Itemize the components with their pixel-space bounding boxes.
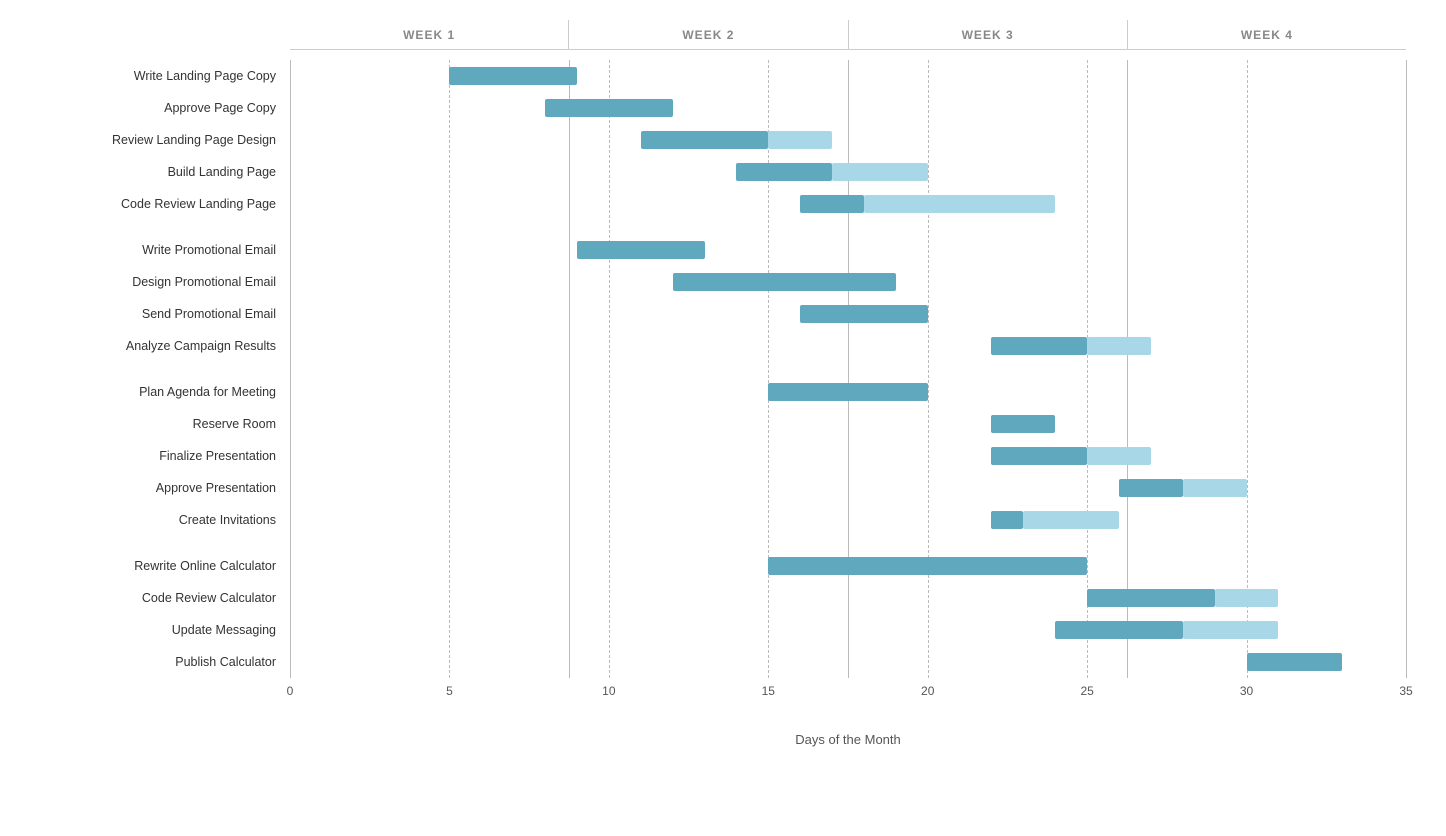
x-tick: 25 bbox=[1080, 684, 1093, 698]
x-tick: 30 bbox=[1240, 684, 1253, 698]
task-bar-dark bbox=[991, 511, 1023, 529]
task-row: Write Landing Page Copy bbox=[20, 60, 1406, 92]
task-name: Code Review Landing Page bbox=[20, 197, 290, 211]
task-bar-dark bbox=[1087, 589, 1215, 607]
task-bar-dark bbox=[1055, 621, 1183, 639]
task-row: Create Invitations bbox=[20, 504, 1406, 536]
week-label-2: WEEK 2 bbox=[569, 20, 848, 49]
task-bar-area bbox=[290, 188, 1406, 220]
task-bar-area bbox=[290, 408, 1406, 440]
task-row: Reserve Room bbox=[20, 408, 1406, 440]
task-bar-area bbox=[290, 330, 1406, 362]
task-bar-light bbox=[1183, 621, 1279, 639]
task-name: Review Landing Page Design bbox=[20, 133, 290, 147]
task-bar-dark bbox=[991, 415, 1055, 433]
task-row: Build Landing Page bbox=[20, 156, 1406, 188]
task-bar-area bbox=[290, 92, 1406, 124]
task-bar-dark bbox=[800, 195, 864, 213]
task-row: Code Review Landing Page bbox=[20, 188, 1406, 220]
task-name: Publish Calculator bbox=[20, 655, 290, 669]
chart-main: Write Landing Page Copy Approve Page Copy… bbox=[20, 60, 1406, 678]
task-bar-area bbox=[290, 472, 1406, 504]
task-row: Design Promotional Email bbox=[20, 266, 1406, 298]
task-bar-area bbox=[290, 234, 1406, 266]
x-tick: 15 bbox=[762, 684, 775, 698]
task-name: Rewrite Online Calculator bbox=[20, 559, 290, 573]
task-name: Create Invitations bbox=[20, 513, 290, 527]
x-tick: 35 bbox=[1399, 684, 1412, 698]
task-bar-dark bbox=[1119, 479, 1183, 497]
x-axis: 05101520253035 bbox=[290, 684, 1406, 704]
task-bar-dark bbox=[736, 163, 832, 181]
task-bar-area bbox=[290, 440, 1406, 472]
task-bar-area bbox=[290, 646, 1406, 678]
task-row: Approve Page Copy bbox=[20, 92, 1406, 124]
task-name: Design Promotional Email bbox=[20, 275, 290, 289]
task-bar-area bbox=[290, 614, 1406, 646]
task-name: Update Messaging bbox=[20, 623, 290, 637]
task-bar-area bbox=[290, 298, 1406, 330]
task-row: Code Review Calculator bbox=[20, 582, 1406, 614]
task-bar-dark bbox=[991, 447, 1087, 465]
task-bar-dark bbox=[800, 305, 928, 323]
task-bar-light bbox=[1087, 337, 1151, 355]
task-bar-area bbox=[290, 266, 1406, 298]
task-name: Write Landing Page Copy bbox=[20, 69, 290, 83]
task-row: Plan Agenda for Meeting bbox=[20, 376, 1406, 408]
x-tick: 10 bbox=[602, 684, 615, 698]
task-row: Rewrite Online Calculator bbox=[20, 550, 1406, 582]
task-row: Approve Presentation bbox=[20, 472, 1406, 504]
task-row: Finalize Presentation bbox=[20, 440, 1406, 472]
week-label-4: WEEK 4 bbox=[1128, 20, 1406, 49]
task-name: Finalize Presentation bbox=[20, 449, 290, 463]
week-label-3: WEEK 3 bbox=[849, 20, 1128, 49]
task-bar-light bbox=[864, 195, 1055, 213]
task-name: Plan Agenda for Meeting bbox=[20, 385, 290, 399]
task-row: Review Landing Page Design bbox=[20, 124, 1406, 156]
task-name: Code Review Calculator bbox=[20, 591, 290, 605]
task-name: Analyze Campaign Results bbox=[20, 339, 290, 353]
task-name: Write Promotional Email bbox=[20, 243, 290, 257]
task-bar-dark bbox=[1247, 653, 1343, 671]
task-bar-area bbox=[290, 124, 1406, 156]
x-tick: 0 bbox=[287, 684, 294, 698]
task-bar-dark bbox=[991, 337, 1087, 355]
week-header: WEEK 1WEEK 2WEEK 3WEEK 4 bbox=[290, 20, 1406, 50]
x-tick: 5 bbox=[446, 684, 453, 698]
task-name: Approve Page Copy bbox=[20, 101, 290, 115]
task-name: Build Landing Page bbox=[20, 165, 290, 179]
task-bar-dark bbox=[449, 67, 577, 85]
task-bar-light bbox=[1023, 511, 1119, 529]
task-bar-area bbox=[290, 582, 1406, 614]
task-bar-area bbox=[290, 504, 1406, 536]
x-axis-label: Days of the Month bbox=[290, 732, 1406, 747]
task-bar-dark bbox=[545, 99, 673, 117]
task-bar-light bbox=[832, 163, 928, 181]
task-row: Write Promotional Email bbox=[20, 234, 1406, 266]
task-row: Send Promotional Email bbox=[20, 298, 1406, 330]
task-bar-light bbox=[1215, 589, 1279, 607]
task-bar-area bbox=[290, 376, 1406, 408]
task-row: Publish Calculator bbox=[20, 646, 1406, 678]
task-bar-light bbox=[1183, 479, 1247, 497]
task-bar-light bbox=[1087, 447, 1151, 465]
x-tick: 20 bbox=[921, 684, 934, 698]
task-row: Update Messaging bbox=[20, 614, 1406, 646]
task-bar-dark bbox=[768, 383, 927, 401]
task-bar-light bbox=[768, 131, 832, 149]
task-bar-dark bbox=[577, 241, 705, 259]
week-label-1: WEEK 1 bbox=[290, 20, 569, 49]
task-bar-dark bbox=[768, 557, 1087, 575]
gantt-chart: WEEK 1WEEK 2WEEK 3WEEK 4 Write Landing P… bbox=[0, 0, 1446, 836]
task-name: Approve Presentation bbox=[20, 481, 290, 495]
task-row: Analyze Campaign Results bbox=[20, 330, 1406, 362]
task-bar-area bbox=[290, 156, 1406, 188]
task-bar-area bbox=[290, 60, 1406, 92]
task-bar-dark bbox=[641, 131, 769, 149]
task-bar-dark bbox=[673, 273, 896, 291]
task-bar-area bbox=[290, 550, 1406, 582]
task-name: Reserve Room bbox=[20, 417, 290, 431]
task-name: Send Promotional Email bbox=[20, 307, 290, 321]
